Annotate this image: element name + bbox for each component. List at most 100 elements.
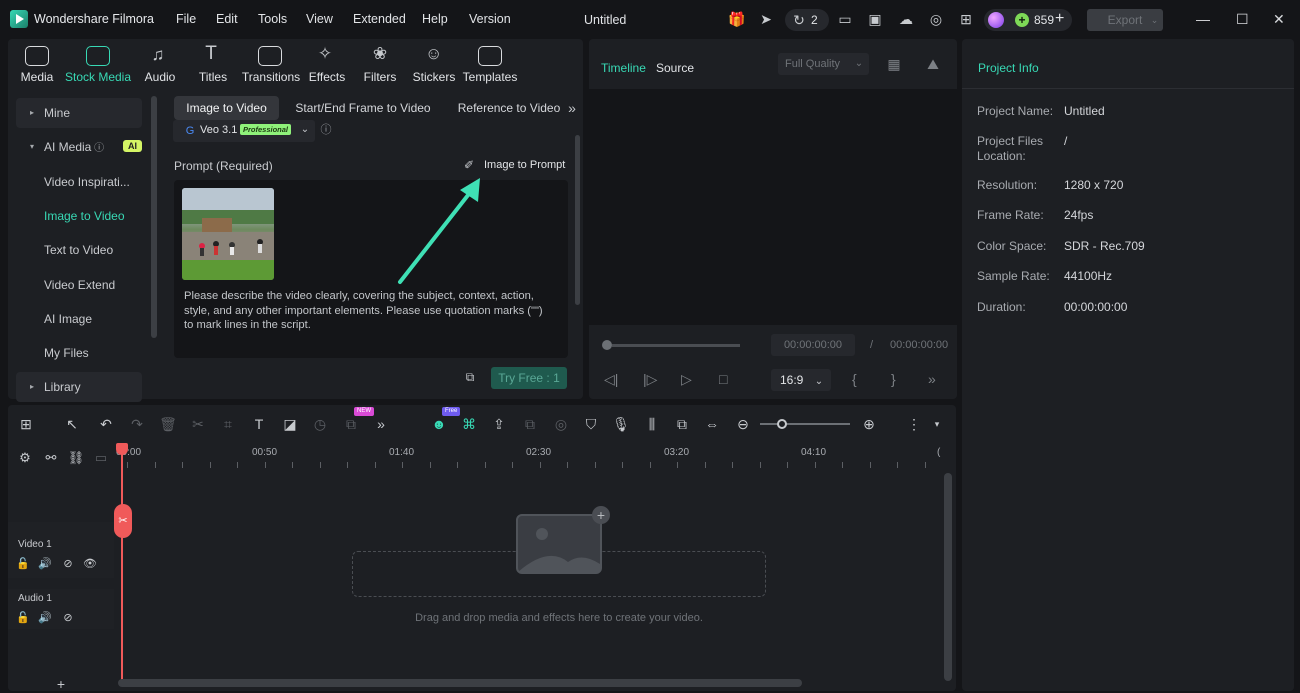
stabilize-icon[interactable]: ◎ — [552, 415, 570, 433]
caption-icon[interactable]: ▭ — [92, 449, 110, 467]
more-tabs-chevron-icon[interactable]: » — [564, 100, 580, 116]
sidebar-item-mine[interactable]: ▸ Mine — [16, 98, 142, 128]
playhead-handle[interactable] — [116, 443, 128, 455]
stop-icon[interactable]: □ — [719, 371, 727, 387]
delete-icon[interactable]: 🗑 — [159, 415, 177, 433]
cloud-icon[interactable]: ☁ — [898, 11, 914, 27]
close-icon[interactable]: ✕ — [1273, 11, 1285, 28]
layout-grid-icon[interactable]: ▦ — [886, 56, 902, 72]
more-controls-icon[interactable]: » — [928, 371, 936, 387]
menu-version[interactable]: Version — [469, 12, 511, 26]
scrub-handle[interactable] — [602, 340, 612, 350]
add-credits-button[interactable]: + — [1055, 10, 1064, 28]
save-icon[interactable]: ▣ — [867, 11, 883, 27]
lock-icon[interactable]: 🔓 — [14, 555, 32, 573]
track-height-icon[interactable]: ⋮ — [905, 415, 923, 433]
redo-icon[interactable]: ↷ — [128, 415, 146, 433]
uploaded-image-thumbnail[interactable] — [182, 188, 274, 280]
sidebar-item-video-extend[interactable]: Video Extend — [16, 270, 142, 300]
menu-help[interactable]: Help — [422, 12, 448, 26]
subtab-start-end-frame[interactable]: Start/End Frame to Video — [292, 96, 434, 120]
ai-tool-icon[interactable]: ⧉ — [342, 415, 360, 433]
sidebar-item-text-to-video[interactable]: Text to Video — [16, 235, 142, 265]
ai-translate-icon[interactable]: ⧉ — [462, 369, 478, 385]
text-icon[interactable]: T — [250, 415, 268, 433]
prev-frame-icon[interactable]: ◁| — [604, 371, 618, 388]
sidebar-item-ai-media[interactable]: ▾ AI Media ⓘ AI — [16, 132, 142, 162]
maximize-icon[interactable]: ☐ — [1236, 11, 1249, 28]
settings-gear-icon[interactable]: ⚙ — [16, 449, 34, 467]
collab-pill[interactable]: ↻ 2 — [785, 9, 829, 31]
sidebar-item-image-to-video[interactable]: Image to Video — [16, 201, 142, 231]
try-free-button[interactable]: Try Free : 1 — [491, 367, 567, 389]
undo-icon[interactable]: ↶ — [97, 415, 115, 433]
monitor-icon[interactable]: ▭ — [837, 11, 853, 27]
mark-out-icon[interactable]: } — [891, 371, 896, 387]
sidebar-scrollbar[interactable] — [151, 96, 157, 338]
timeline-hscrollbar[interactable] — [118, 679, 802, 687]
speed-icon[interactable]: ◷ — [311, 415, 329, 433]
send-icon[interactable]: ➤ — [758, 11, 774, 27]
shape-icon[interactable]: ◪ — [281, 415, 299, 433]
chevron-down-icon[interactable]: ▾ — [928, 415, 946, 433]
export-clip-icon[interactable]: ⇪ — [490, 415, 508, 433]
mark-in-icon[interactable]: { — [852, 371, 857, 387]
ai-copilot-icon[interactable]: ☻ — [430, 415, 448, 433]
menu-edit[interactable]: Edit — [216, 12, 238, 26]
zoom-out-icon[interactable]: ⊖ — [734, 415, 752, 433]
image-to-prompt-button[interactable]: Image to Prompt — [484, 159, 565, 171]
fit-icon[interactable]: ⇔ — [703, 415, 721, 433]
step-back-icon[interactable]: |▷ — [643, 371, 657, 388]
mute-icon[interactable]: ⊘ — [59, 609, 77, 627]
menu-view[interactable]: View — [306, 12, 333, 26]
avatar-orb-icon[interactable] — [988, 12, 1004, 28]
tab-timeline[interactable]: Timeline — [601, 61, 646, 75]
split-scissors-icon[interactable]: ✂ — [114, 504, 132, 538]
playhead[interactable] — [121, 446, 123, 682]
snap-icon[interactable]: ⌘ — [460, 415, 478, 433]
scrub-bar[interactable] — [612, 344, 740, 347]
menu-tools[interactable]: Tools — [258, 12, 287, 26]
add-track-icon[interactable]: + — [52, 675, 70, 693]
gift-icon[interactable]: 🎁 — [728, 11, 745, 27]
sidebar-item-video-inspiration[interactable]: Video Inspirati... — [16, 167, 142, 197]
sidebar-item-my-files[interactable]: My Files — [16, 338, 142, 368]
help-icon[interactable]: ⓘ — [318, 122, 334, 138]
snapshot-icon[interactable]: ⛰ — [925, 56, 941, 72]
apps-grid-icon[interactable]: ⊞ — [958, 11, 974, 27]
mixer-icon[interactable]: ⫼ — [643, 415, 661, 433]
headset-icon[interactable]: ◎ — [928, 11, 944, 27]
lock-icon[interactable]: 🔓 — [14, 609, 32, 627]
add-media-icon[interactable]: + — [592, 506, 610, 524]
chevron-down-icon[interactable]: ⌄ — [1146, 9, 1163, 31]
crop-icon[interactable]: ⌗ — [219, 415, 237, 433]
current-timecode[interactable]: 00:00:00:00 — [771, 334, 855, 356]
unlink-icon[interactable]: ⚯ — [42, 449, 60, 467]
subtab-image-to-video[interactable]: Image to Video — [174, 96, 279, 120]
prompt-scrollbar[interactable] — [575, 135, 580, 305]
mute-icon[interactable]: ⊘ — [59, 555, 77, 573]
tab-source[interactable]: Source — [656, 61, 694, 75]
speaker-icon[interactable]: 🔊 — [36, 609, 54, 627]
subtab-reference-to-video[interactable]: Reference to Video — [454, 96, 564, 120]
group-icon[interactable]: ⧉ — [521, 415, 539, 433]
layout-icon[interactable]: ⊞ — [17, 415, 35, 433]
more-tools-icon[interactable]: » — [372, 415, 390, 433]
timeline-vscrollbar[interactable] — [944, 473, 952, 681]
zoom-slider-handle[interactable] — [777, 419, 787, 429]
sidebar-item-ai-image[interactable]: AI Image — [16, 304, 142, 334]
zoom-slider[interactable] — [760, 423, 850, 425]
cut-icon[interactable]: ✂ — [189, 415, 207, 433]
menu-extended[interactable]: Extended — [353, 12, 406, 26]
select-tool-icon[interactable]: ↖ — [63, 415, 81, 433]
minimize-icon[interactable]: — — [1196, 11, 1210, 27]
menu-file[interactable]: File — [176, 12, 196, 26]
replace-icon[interactable]: ⧉ — [673, 415, 691, 433]
zoom-in-icon[interactable]: ⊕ — [860, 415, 878, 433]
sidebar-item-library[interactable]: ▸ Library — [16, 372, 142, 402]
link-icon[interactable]: ⛓ — [67, 449, 85, 467]
speaker-icon[interactable]: 🔊 — [36, 555, 54, 573]
eye-icon[interactable]: 👁 — [81, 555, 99, 573]
play-icon[interactable]: ▷ — [681, 371, 692, 388]
shield-icon[interactable]: ⛉ — [582, 415, 600, 433]
